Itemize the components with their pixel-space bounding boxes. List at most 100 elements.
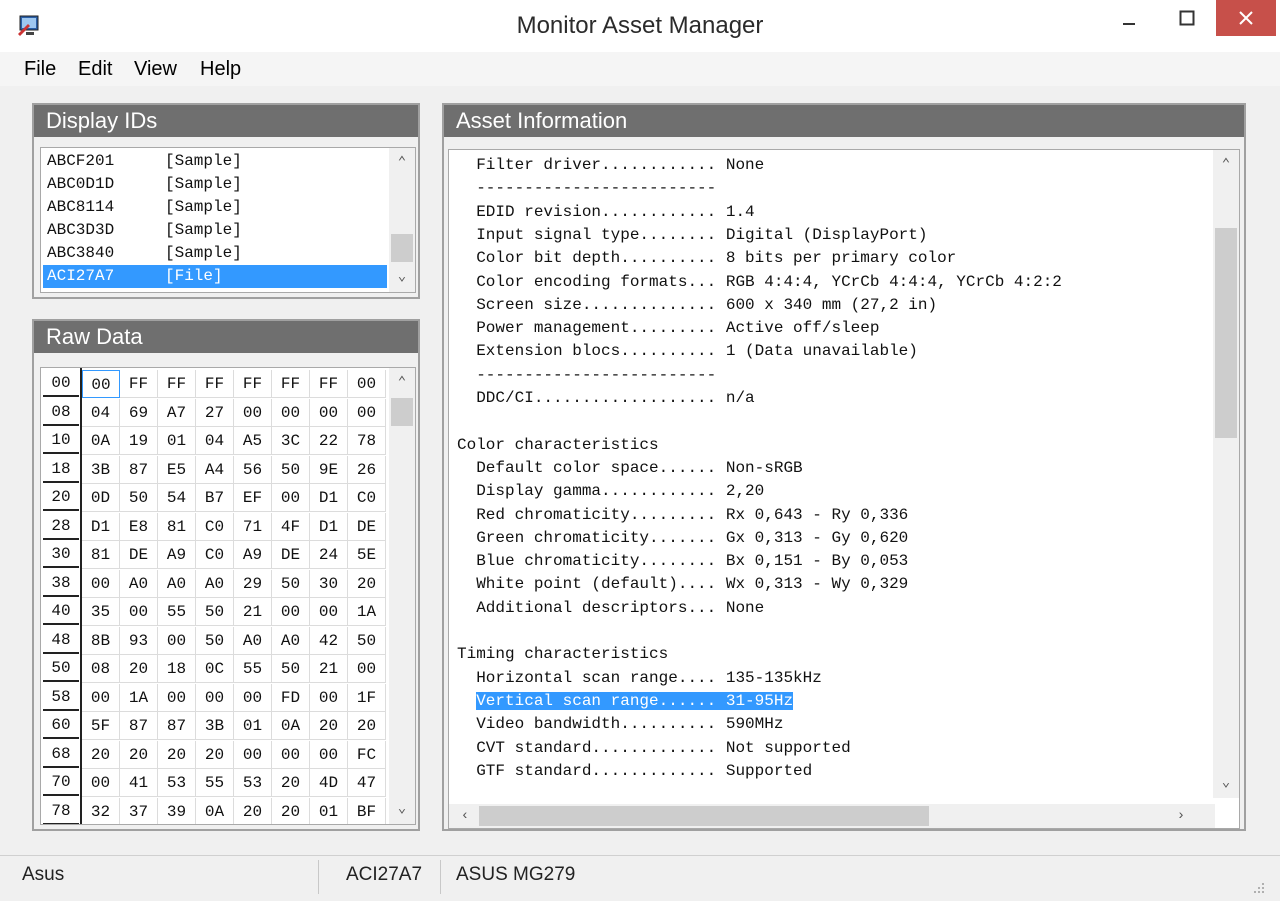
hex-byte-cell[interactable]: 81 [82, 541, 120, 569]
hex-byte-cell[interactable]: 55 [196, 769, 234, 797]
hex-byte-cell[interactable]: 00 [272, 598, 310, 626]
hex-byte-cell[interactable]: FF [158, 370, 196, 398]
hex-byte-cell[interactable]: A0 [196, 569, 234, 598]
hex-byte-cell[interactable]: A0 [234, 626, 272, 655]
hex-byte-cell[interactable]: FF [120, 370, 158, 398]
hex-byte-cell[interactable]: 0A [82, 427, 120, 455]
hex-byte-cell[interactable]: 01 [234, 712, 272, 740]
hex-byte-cell[interactable]: 01 [310, 797, 348, 824]
raw-data-grid[interactable]: 00 00 FF FF FF FF FF FF 00 08 04 69 A7 27 00 00 00 00 10 0A… [40, 367, 416, 825]
asset-info-vscrollbar[interactable]: ⌃ ⌄ [1213, 150, 1239, 798]
asset-info-selection[interactable]: Vertical scan range...... 31-95Hz [476, 691, 794, 710]
hex-byte-cell[interactable]: C0 [348, 484, 386, 512]
scroll-thumb[interactable] [1215, 228, 1237, 438]
scroll-thumb[interactable] [479, 806, 929, 826]
hex-byte-cell[interactable]: 00 [158, 626, 196, 655]
hex-byte-cell[interactable]: 37 [120, 797, 158, 824]
scroll-up-icon[interactable]: ⌃ [1213, 154, 1239, 176]
hex-byte-cell[interactable]: 00 [120, 598, 158, 626]
hex-byte-cell[interactable]: 1A [120, 683, 158, 712]
hex-byte-cell[interactable]: FF [272, 370, 310, 398]
display-id-item[interactable]: ABC3840 [Sample] [43, 242, 387, 265]
hex-byte-cell[interactable]: 29 [234, 569, 272, 598]
hex-byte-cell[interactable]: 19 [120, 427, 158, 455]
hex-byte-cell[interactable]: 0A [196, 797, 234, 824]
scroll-up-icon[interactable]: ⌃ [389, 152, 415, 174]
hex-byte-cell[interactable]: 81 [158, 512, 196, 541]
hex-byte-cell[interactable]: 00 [272, 398, 310, 427]
hex-byte-cell[interactable]: 00 [158, 683, 196, 712]
hex-byte-cell[interactable]: 54 [158, 484, 196, 512]
hex-byte-cell[interactable]: 04 [196, 427, 234, 455]
hex-byte-cell[interactable]: 00 [348, 398, 386, 427]
hex-byte-cell[interactable]: 9E [310, 455, 348, 484]
hex-byte-cell[interactable]: 20 [310, 712, 348, 740]
scroll-thumb[interactable] [391, 398, 413, 426]
hex-byte-cell[interactable]: 32 [82, 797, 120, 824]
hex-byte-cell[interactable]: 4F [272, 512, 310, 541]
hex-byte-cell[interactable]: E8 [120, 512, 158, 541]
hex-byte-cell[interactable]: A9 [234, 541, 272, 569]
hex-byte-cell[interactable]: 53 [234, 769, 272, 797]
hex-byte-cell[interactable]: 00 [234, 683, 272, 712]
hex-byte-cell[interactable]: 18 [158, 655, 196, 683]
hex-byte-cell[interactable]: DE [120, 541, 158, 569]
hex-byte-cell[interactable]: FD [272, 683, 310, 712]
hex-byte-cell[interactable]: 87 [120, 455, 158, 484]
hex-byte-cell[interactable]: 20 [120, 740, 158, 769]
hex-byte-cell[interactable]: 20 [196, 740, 234, 769]
hex-byte-cell[interactable]: 00 [272, 740, 310, 769]
hex-byte-cell[interactable]: 3B [196, 712, 234, 740]
scroll-down-icon[interactable]: ⌄ [1213, 772, 1239, 794]
hex-byte-cell[interactable]: 08 [82, 655, 120, 683]
hex-byte-cell[interactable]: 20 [158, 740, 196, 769]
hex-byte-cell[interactable]: 20 [272, 797, 310, 824]
hex-byte-cell[interactable]: 5E [348, 541, 386, 569]
hex-byte-cell[interactable]: 87 [120, 712, 158, 740]
hex-byte-cell[interactable]: 0C [196, 655, 234, 683]
hex-byte-cell[interactable]: 24 [310, 541, 348, 569]
scroll-up-icon[interactable]: ⌃ [389, 372, 415, 394]
hex-byte-cell[interactable]: 8B [82, 626, 120, 655]
resize-grip-icon[interactable] [1252, 881, 1266, 895]
display-id-item[interactable]: ABC8114 [Sample] [43, 196, 387, 219]
hex-byte-cell[interactable]: 50 [196, 598, 234, 626]
display-id-item[interactable]: ABC0D1D [Sample] [43, 173, 387, 196]
hex-byte-cell[interactable]: 21 [234, 598, 272, 626]
hex-byte-cell[interactable]: 00 [82, 769, 120, 797]
hex-byte-cell[interactable]: D1 [310, 484, 348, 512]
hex-byte-cell[interactable]: 39 [158, 797, 196, 824]
hex-byte-cell[interactable]: 50 [272, 455, 310, 484]
hex-byte-cell[interactable]: 00 [310, 398, 348, 427]
asset-info-text[interactable]: Filter driver............ None ---------… [448, 149, 1240, 829]
hex-byte-cell[interactable]: 69 [120, 398, 158, 427]
hex-byte-cell[interactable]: 20 [348, 712, 386, 740]
hex-byte-cell[interactable]: 20 [348, 569, 386, 598]
hex-byte-cell[interactable]: FC [348, 740, 386, 769]
hex-byte-cell[interactable]: 00 [310, 683, 348, 712]
hex-byte-cell[interactable]: 42 [310, 626, 348, 655]
display-id-item[interactable]: ACI27A7 [File] [43, 265, 387, 288]
hex-byte-cell[interactable]: A5 [234, 427, 272, 455]
hex-byte-cell[interactable]: BF [348, 797, 386, 824]
hex-byte-cell[interactable]: 21 [310, 655, 348, 683]
hex-byte-cell[interactable]: A0 [120, 569, 158, 598]
display-id-item[interactable]: ABC3D3D [Sample] [43, 219, 387, 242]
hex-byte-cell[interactable]: 93 [120, 626, 158, 655]
hex-byte-cell[interactable]: 04 [82, 398, 120, 427]
menu-view[interactable]: View [134, 58, 177, 81]
hex-byte-cell[interactable]: E5 [158, 455, 196, 484]
hex-byte-cell[interactable]: 00 [82, 683, 120, 712]
scroll-thumb[interactable] [391, 234, 413, 262]
hex-byte-cell[interactable]: 30 [310, 569, 348, 598]
hex-byte-cell[interactable]: A7 [158, 398, 196, 427]
hex-byte-cell[interactable]: 50 [272, 655, 310, 683]
hex-byte-cell[interactable]: 00 [310, 598, 348, 626]
hex-byte-cell[interactable]: A0 [158, 569, 196, 598]
scroll-left-icon[interactable]: ‹ [453, 804, 477, 828]
hex-byte-cell[interactable]: 53 [158, 769, 196, 797]
menu-edit[interactable]: Edit [78, 58, 112, 81]
hex-byte-cell[interactable]: D1 [82, 512, 120, 541]
hex-byte-cell[interactable]: 50 [120, 484, 158, 512]
hex-byte-cell[interactable]: 20 [82, 740, 120, 769]
